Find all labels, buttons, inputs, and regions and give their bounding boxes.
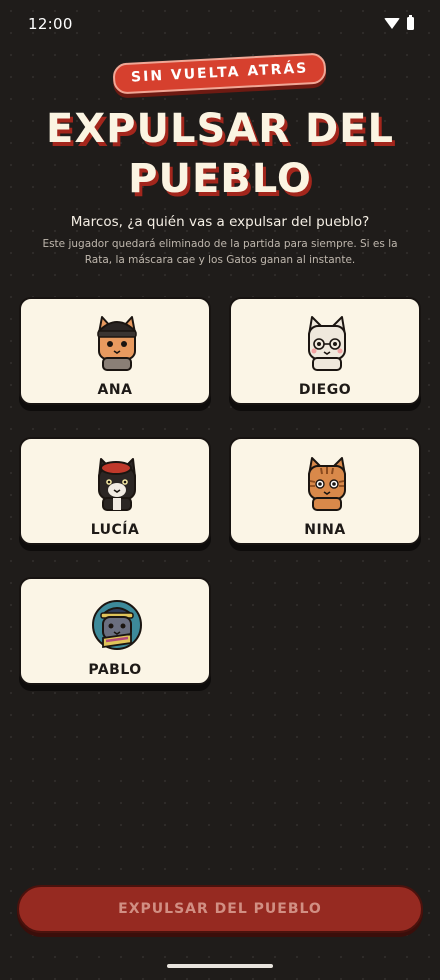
cat-with-black-beanie-icon <box>97 316 137 371</box>
page-title-line2: PUEBLO <box>128 156 312 202</box>
home-indicator[interactable] <box>167 964 273 968</box>
player-name: LUCÍA <box>90 522 140 538</box>
player-card-nina[interactable]: NINA <box>229 437 421 545</box>
expel-button[interactable]: EXPULSAR DEL PUEBLO <box>17 885 423 933</box>
player-card-ana[interactable]: ANA <box>19 297 211 405</box>
white-cat-with-glasses-icon <box>308 316 346 371</box>
status-icons <box>384 15 414 30</box>
player-name: ANA <box>97 382 133 398</box>
player-card-diego[interactable]: DIEGO <box>229 297 421 405</box>
black-cat-with-red-beret-icon <box>98 458 136 511</box>
tabby-cat-icon <box>308 457 346 511</box>
player-card-pablo[interactable]: PABLO <box>19 577 211 685</box>
page-title-line1: EXPULSAR DEL <box>46 106 394 152</box>
question-text: Marcos, ¿a quién vas a expulsar del pueb… <box>70 214 370 230</box>
player-name: PABLO <box>88 662 142 678</box>
tag-wrap: SIN VUELTA ATRÁS <box>0 52 440 95</box>
warning-tag: SIN VUELTA ATRÁS <box>112 52 328 95</box>
wifi-icon <box>384 18 400 29</box>
status-time: 12:00 <box>28 15 73 33</box>
status-bar: 12:00 <box>0 0 440 50</box>
player-card-lucia[interactable]: LUCÍA <box>19 437 211 545</box>
warning-note: Este jugador quedará eliminado de la par… <box>42 238 398 266</box>
player-name: NINA <box>304 522 346 538</box>
page-title: EXPULSAR DEL PUEBLO <box>0 104 440 204</box>
player-name: DIEGO <box>298 382 352 398</box>
battery-icon <box>407 15 414 30</box>
cat-with-hat-and-scarf-icon <box>92 600 142 650</box>
